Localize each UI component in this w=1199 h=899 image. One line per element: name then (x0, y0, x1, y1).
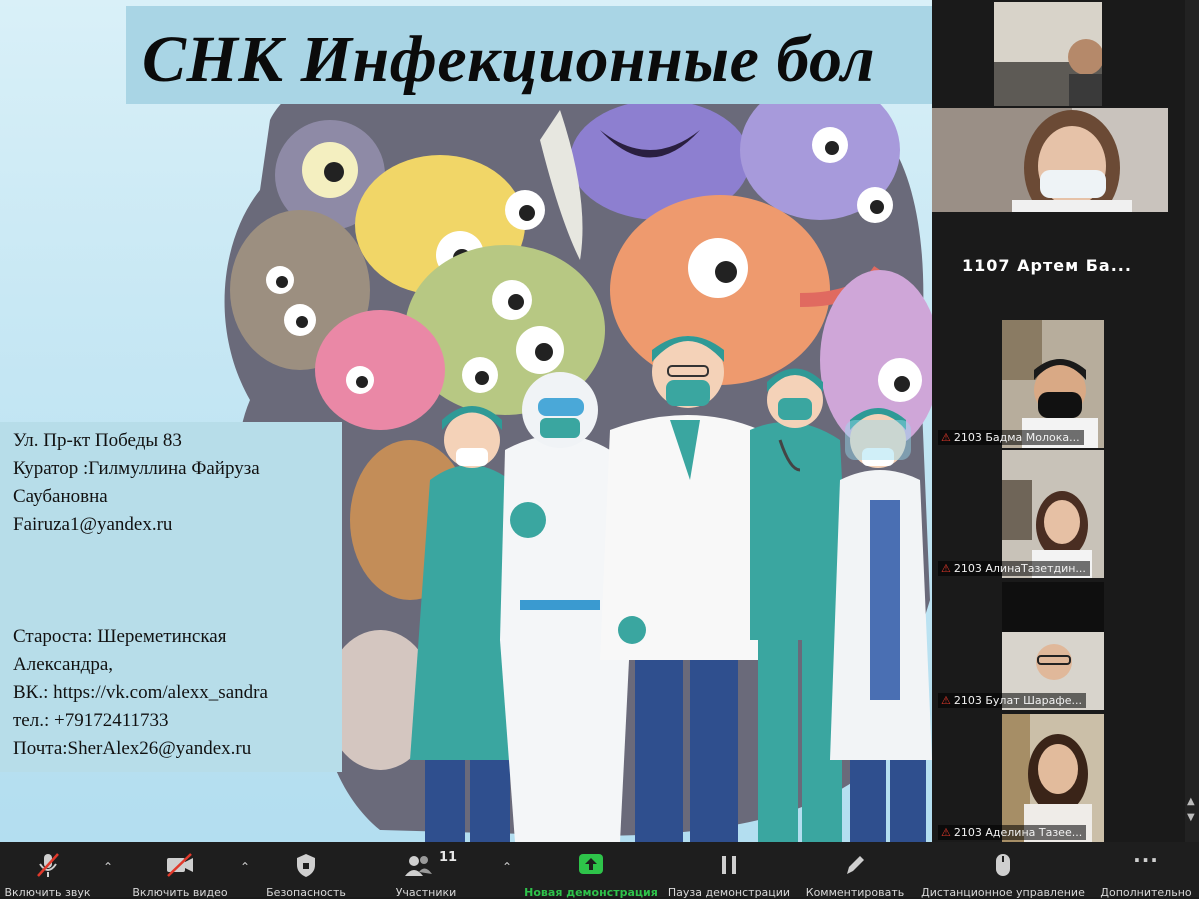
pause-share-label: Пауза демонстрации (667, 886, 791, 899)
participants-button[interactable]: 11 Участники (385, 842, 467, 899)
scroll-down-icon[interactable]: ▼ (1187, 812, 1195, 823)
head-line: Староста: Шереметинская (13, 626, 227, 647)
muted-mic-icon: ⚠ (941, 431, 951, 444)
unmute-button[interactable]: Включить звук (0, 842, 95, 899)
more-button[interactable]: ··· Дополнительно (1098, 842, 1194, 899)
participants-label: Участники (395, 886, 457, 899)
curator-email-line: Fairuza1@yandex.ru (13, 514, 173, 535)
curator-name-line: Саубановна (13, 486, 108, 507)
new-share-label: Новая демонстрация (524, 886, 658, 899)
chevron-up-icon[interactable]: ⌃ (103, 860, 113, 874)
annotate-button[interactable]: Комментировать (803, 842, 907, 899)
curator-line: Куратор :Гилмуллина Файруза (13, 458, 260, 479)
video-tile[interactable] (994, 2, 1102, 106)
shield-icon (297, 854, 315, 877)
unmute-label: Включить звук (4, 886, 91, 899)
scrollbar[interactable] (1185, 0, 1199, 842)
participants-panel: 1107 Артем Ба... ⚠ 2103 Бадма Молока... ⚠… (932, 0, 1199, 842)
muted-mic-icon: ⚠ (941, 826, 951, 839)
slide-title: СНК Инфекционные бол (142, 23, 876, 96)
participant-video (1002, 450, 1104, 578)
participant-name-only: 1107 Артем Ба... (962, 256, 1132, 275)
new-share-button[interactable]: Новая демонстрация (524, 842, 658, 899)
head-name-line: Александра, (13, 654, 114, 675)
participant-name-tag: ⚠ 2103 Аделина Тазее... (938, 825, 1087, 840)
participant-name-tag: ⚠ 2103 Булат Шарафе... (938, 693, 1086, 708)
participants-icon (404, 856, 432, 876)
video-tile[interactable] (1002, 582, 1104, 710)
participant-name-tag: ⚠ 2103 АлинаТазетдин... (938, 561, 1090, 576)
chevron-up-icon[interactable]: ⌃ (240, 860, 250, 874)
address-line: Ул. Пр-кт Победы 83 (13, 430, 182, 451)
participant-name: 2103 АлинаТазетдин... (953, 562, 1086, 575)
muted-mic-icon: ⚠ (941, 694, 951, 707)
participant-video (932, 108, 1168, 212)
video-tile[interactable] (1002, 450, 1104, 578)
pause-share-button[interactable]: Пауза демонстрации (666, 842, 792, 899)
meeting-toolbar: Включить звук ⌃ Включить видео ⌃ Безопас… (0, 842, 1199, 899)
shared-screen: СНК Инфекционные бол Ул. Пр-кт Победы 83… (0, 0, 932, 842)
participant-name: 2103 Бадма Молока... (953, 431, 1080, 444)
mouse-icon (996, 854, 1010, 876)
more-label: Дополнительно (1100, 886, 1192, 899)
participant-video (1002, 714, 1104, 842)
video-tile[interactable] (1002, 714, 1104, 842)
pencil-icon (847, 856, 864, 874)
video-tile[interactable] (1002, 320, 1104, 448)
participants-count: 11 (439, 850, 458, 865)
participant-name: 2103 Аделина Тазее... (953, 826, 1083, 839)
participant-video (994, 2, 1102, 106)
contact-info-box: Ул. Пр-кт Победы 83 Куратор :Гилмуллина … (0, 422, 342, 772)
participant-name: 2103 Булат Шарафе... (953, 694, 1082, 707)
scroll-up-icon[interactable]: ▲ (1187, 796, 1195, 807)
muted-mic-icon: ⚠ (941, 562, 951, 575)
muted-mic-icon (36, 853, 59, 877)
pause-icon (722, 856, 736, 874)
phone-line: тел.: +79172411733 (13, 710, 169, 731)
security-button[interactable]: Безопасность (258, 842, 354, 899)
participant-name-tag: ⚠ 2103 Бадма Молока... (938, 430, 1084, 445)
start-video-button[interactable]: Включить видео (125, 842, 235, 899)
participant-video (1002, 582, 1104, 710)
participant-video (1002, 320, 1104, 448)
more-dots-icon: ··· (1133, 848, 1159, 872)
start-video-label: Включить видео (132, 886, 228, 899)
slide-title-box: СНК Инфекционные бол (126, 6, 932, 104)
share-screen-icon (579, 854, 603, 874)
video-off-icon (167, 853, 193, 877)
annotate-label: Комментировать (805, 886, 905, 899)
remote-control-button[interactable]: Дистанционное управление (920, 842, 1086, 899)
chevron-up-icon[interactable]: ⌃ (502, 860, 512, 874)
video-tile[interactable] (932, 108, 1168, 212)
vk-line: ВК.: https://vk.com/alexx_sandra (13, 682, 268, 703)
email-line: Почта:SherAlex26@yandex.ru (13, 738, 252, 759)
remote-control-label: Дистанционное управление (921, 886, 1085, 899)
security-label: Безопасность (266, 886, 346, 899)
